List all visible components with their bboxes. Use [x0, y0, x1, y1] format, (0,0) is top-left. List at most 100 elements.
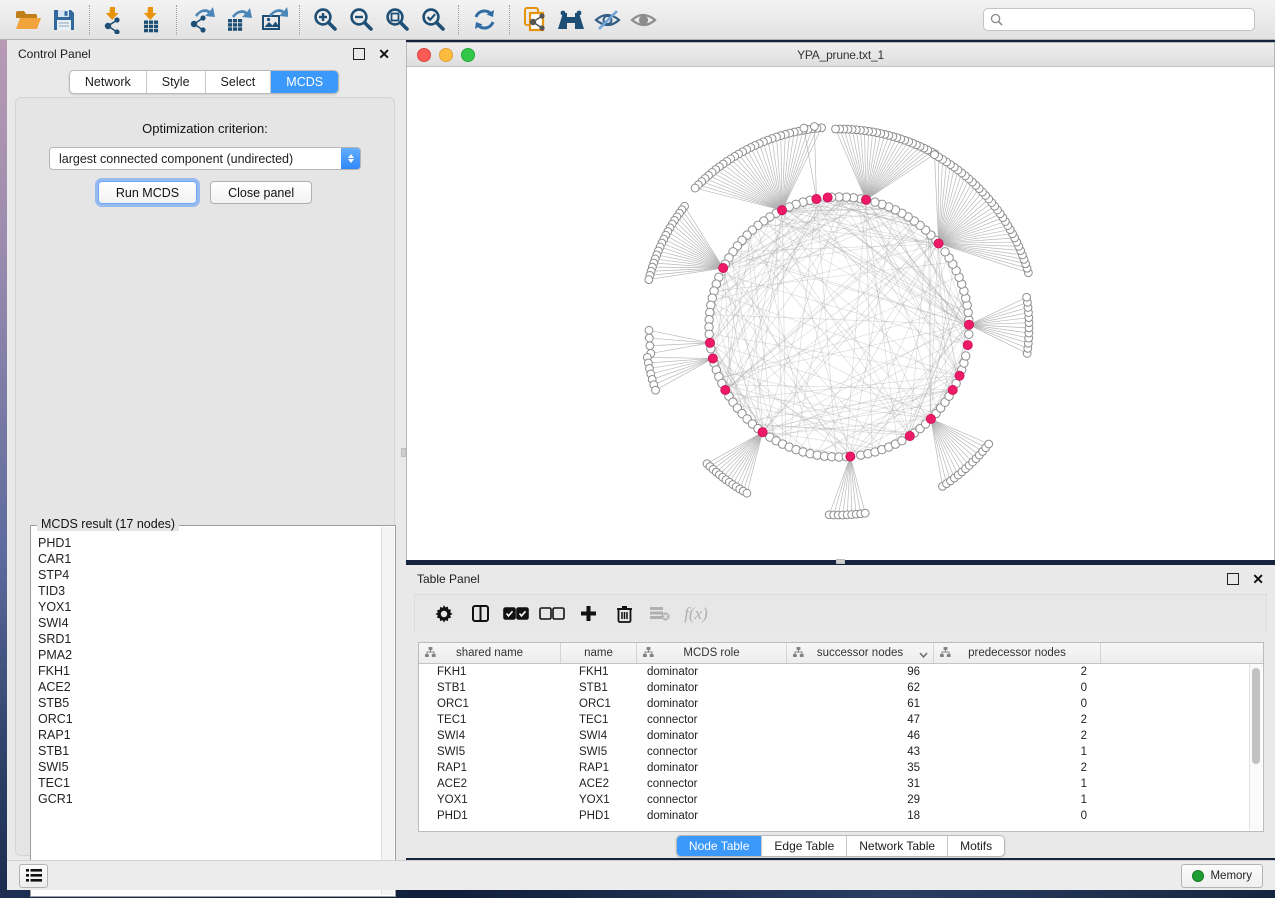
- cell-predecessors[interactable]: 0: [934, 698, 1101, 710]
- mcds-list-scrollbar[interactable]: [381, 527, 394, 895]
- cell-role[interactable]: dominator: [637, 698, 787, 710]
- mcds-hub-node[interactable]: [964, 320, 973, 329]
- mcds-hub-node[interactable]: [905, 431, 914, 440]
- cell-shared-name[interactable]: STB1: [419, 682, 561, 694]
- zoom-fit-icon[interactable]: [379, 4, 415, 36]
- search-input[interactable]: [1003, 12, 1248, 28]
- cell-predecessors[interactable]: 1: [934, 794, 1101, 806]
- export-network-icon[interactable]: [184, 4, 220, 36]
- mcds-result-item[interactable]: PHD1: [38, 535, 381, 551]
- cell-predecessors[interactable]: 1: [934, 778, 1101, 790]
- table-row[interactable]: SWI5SWI5connector431: [419, 744, 1263, 760]
- mcds-result-item[interactable]: YOX1: [38, 599, 381, 615]
- table-row[interactable]: PHD1PHD1dominator180: [419, 808, 1263, 824]
- mcds-result-item[interactable]: TEC1: [38, 775, 381, 791]
- cell-name[interactable]: SWI5: [561, 746, 637, 758]
- select-all-icon[interactable]: [501, 600, 531, 628]
- tab-network[interactable]: Network: [70, 71, 147, 93]
- cell-shared-name[interactable]: ACE2: [419, 778, 561, 790]
- tab-node-table[interactable]: Node Table: [677, 836, 763, 856]
- table-row[interactable]: TEC1TEC1connector472: [419, 712, 1263, 728]
- cell-shared-name[interactable]: YOX1: [419, 794, 561, 806]
- mcds-hub-node[interactable]: [846, 452, 855, 461]
- mcds-hub-node[interactable]: [948, 385, 957, 394]
- table-row[interactable]: YOX1YOX1connector291: [419, 792, 1263, 808]
- mcds-hub-node[interactable]: [926, 414, 935, 423]
- zoom-selected-icon[interactable]: [415, 4, 451, 36]
- first-neighbors-icon[interactable]: [553, 4, 589, 36]
- tab-motifs[interactable]: Motifs: [948, 836, 1004, 856]
- mcds-hub-node[interactable]: [758, 428, 767, 437]
- import-table-icon[interactable]: [133, 4, 169, 36]
- cell-name[interactable]: FKH1: [561, 666, 637, 678]
- close-icon[interactable]: ✕: [1252, 572, 1264, 586]
- mcds-hub-node[interactable]: [719, 263, 728, 272]
- cell-shared-name[interactable]: PHD1: [419, 810, 561, 822]
- cell-successors[interactable]: 46: [787, 730, 934, 742]
- tab-mcds[interactable]: MCDS: [271, 71, 338, 93]
- cell-role[interactable]: dominator: [637, 682, 787, 694]
- cell-successors[interactable]: 96: [787, 666, 934, 678]
- cell-predecessors[interactable]: 2: [934, 714, 1101, 726]
- mcds-result-item[interactable]: STB1: [38, 743, 381, 759]
- mcds-result-item[interactable]: TID3: [38, 583, 381, 599]
- network-canvas[interactable]: [407, 67, 1274, 560]
- cell-role[interactable]: connector: [637, 714, 787, 726]
- table-row[interactable]: ORC1ORC1dominator610: [419, 696, 1263, 712]
- export-image-icon[interactable]: [256, 4, 292, 36]
- mcds-result-item[interactable]: SWI5: [38, 759, 381, 775]
- zoom-in-icon[interactable]: [307, 4, 343, 36]
- cell-shared-name[interactable]: ORC1: [419, 698, 561, 710]
- cell-role[interactable]: dominator: [637, 762, 787, 774]
- mcds-hub-node[interactable]: [955, 371, 964, 380]
- new-network-from-selection-icon[interactable]: [517, 4, 553, 36]
- mcds-hub-node[interactable]: [823, 193, 832, 202]
- cell-shared-name[interactable]: TEC1: [419, 714, 561, 726]
- tab-edge-table[interactable]: Edge Table: [762, 836, 847, 856]
- table-scrollbar[interactable]: [1249, 664, 1262, 830]
- table-row[interactable]: STB1STB1dominator620: [419, 680, 1263, 696]
- cell-role[interactable]: dominator: [637, 730, 787, 742]
- delete-column-icon[interactable]: [609, 600, 639, 628]
- cell-name[interactable]: YOX1: [561, 794, 637, 806]
- table-row[interactable]: FKH1FKH1dominator962: [419, 664, 1263, 680]
- export-table-icon[interactable]: [220, 4, 256, 36]
- table-scrollbar-thumb[interactable]: [1252, 668, 1260, 764]
- cell-name[interactable]: PHD1: [561, 810, 637, 822]
- cell-successors[interactable]: 43: [787, 746, 934, 758]
- create-column-icon[interactable]: [573, 600, 603, 628]
- criterion-select[interactable]: largest connected component (undirected): [49, 147, 361, 170]
- cell-name[interactable]: TEC1: [561, 714, 637, 726]
- mcds-result-item[interactable]: ORC1: [38, 711, 381, 727]
- cell-shared-name[interactable]: SWI4: [419, 730, 561, 742]
- mcds-result-item[interactable]: STB5: [38, 695, 381, 711]
- split-panel-icon[interactable]: [465, 600, 495, 628]
- open-file-icon[interactable]: [10, 4, 46, 36]
- cell-successors[interactable]: 61: [787, 698, 934, 710]
- cell-successors[interactable]: 35: [787, 762, 934, 774]
- close-panel-button[interactable]: Close panel: [210, 181, 312, 204]
- mcds-result-item[interactable]: PMA2: [38, 647, 381, 663]
- column-header-name[interactable]: name: [561, 643, 637, 663]
- panel-menu-button[interactable]: [19, 864, 48, 888]
- save-session-icon[interactable]: [46, 4, 82, 36]
- mcds-hub-node[interactable]: [708, 354, 717, 363]
- column-header-predecessor-nodes[interactable]: predecessor nodes: [934, 643, 1101, 663]
- settings-icon[interactable]: [429, 600, 459, 628]
- cell-predecessors[interactable]: 2: [934, 666, 1101, 678]
- tab-network-table[interactable]: Network Table: [847, 836, 948, 856]
- cell-predecessors[interactable]: 2: [934, 762, 1101, 774]
- mcds-result-item[interactable]: STP4: [38, 567, 381, 583]
- import-network-icon[interactable]: [97, 4, 133, 36]
- cell-predecessors[interactable]: 0: [934, 810, 1101, 822]
- cell-shared-name[interactable]: FKH1: [419, 666, 561, 678]
- mcds-hub-node[interactable]: [963, 340, 972, 349]
- horizontal-splitter-grip[interactable]: [836, 559, 845, 564]
- cell-role[interactable]: connector: [637, 794, 787, 806]
- float-icon[interactable]: [1227, 573, 1239, 585]
- mcds-hub-node[interactable]: [934, 239, 943, 248]
- apply-layout-icon[interactable]: [466, 4, 502, 36]
- memory-button[interactable]: Memory: [1181, 864, 1263, 888]
- cell-shared-name[interactable]: RAP1: [419, 762, 561, 774]
- mcds-hub-node[interactable]: [705, 338, 714, 347]
